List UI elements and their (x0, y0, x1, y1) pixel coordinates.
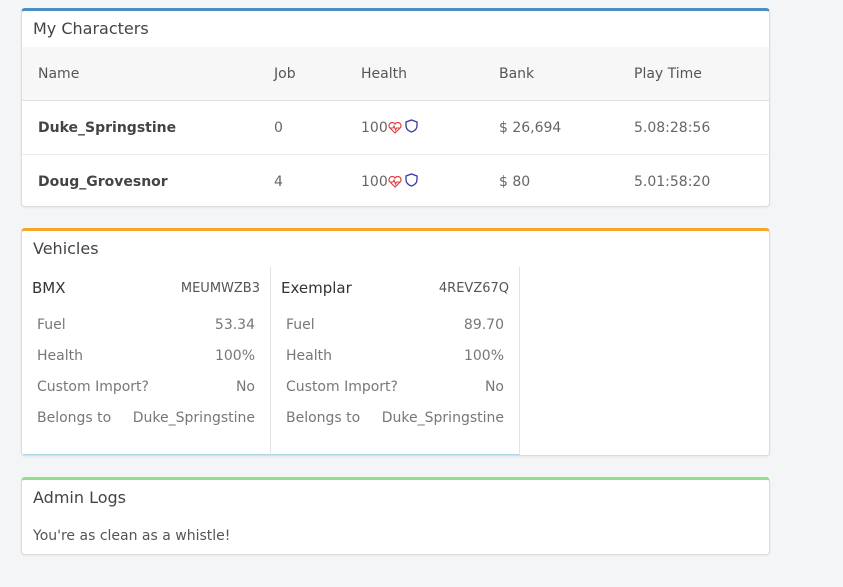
characters-table: Name Job Health Bank Play Time Duke_Spri… (22, 47, 769, 207)
vehicle-health-row: Health 100% (22, 340, 270, 371)
owner-label: Belongs to (286, 409, 361, 426)
vehicle-fuel-row: Fuel 89.70 (271, 309, 519, 340)
health-value: 100 (361, 119, 388, 136)
vehicles-panel: Vehicles BMX MEUMWZB3 Fuel 53.34 Health 10… (21, 228, 770, 456)
vehicle-list: BMX MEUMWZB3 Fuel 53.34 Health 100% Custom… (22, 267, 769, 455)
vehicle-custom-row: Custom Import? No (271, 371, 519, 402)
character-name[interactable]: Doug_Grovesnor (22, 155, 274, 207)
health-value: 100% (463, 347, 504, 364)
character-play-time: 5.01:58:20 (634, 173, 711, 190)
custom-import-value: No (235, 378, 255, 395)
vehicle-plate: 4REVZ67Q (438, 280, 509, 296)
vehicle-owner-row: Belongs to Duke_Springstine (271, 402, 519, 433)
column-header-health: Health (361, 47, 499, 101)
vehicle-card[interactable]: BMX MEUMWZB3 Fuel 53.34 Health 100% Custom… (22, 267, 271, 455)
character-name[interactable]: Duke_Springstine (22, 100, 274, 155)
vehicle-header: BMX MEUMWZB3 (22, 267, 270, 309)
column-header-bank: Bank (499, 47, 634, 101)
column-header-name: Name (22, 47, 274, 101)
admin-logs-message: You're as clean as a whistle! (33, 528, 231, 544)
heartbeat-icon (388, 121, 402, 136)
column-header-job: Job (274, 47, 361, 101)
owner-value: Duke_Springstine (381, 409, 504, 426)
shield-icon (405, 118, 418, 137)
health-label: Health (37, 347, 83, 364)
table-row[interactable]: Duke_Springstine 0 100 $ 26,694 5.08:28:… (22, 100, 769, 155)
fuel-label: Fuel (286, 316, 315, 333)
custom-import-value: No (484, 378, 504, 395)
admin-logs-title: Admin Logs (33, 488, 126, 507)
owner-label: Belongs to (37, 409, 112, 426)
vehicle-header: Exemplar 4REVZ67Q (271, 267, 519, 309)
character-health: 100 (361, 155, 499, 207)
vehicle-bar (22, 454, 270, 455)
character-job: 4 (274, 173, 283, 190)
vehicle-fuel-row: Fuel 53.34 (22, 309, 270, 340)
vehicle-custom-row: Custom Import? No (22, 371, 270, 402)
fuel-label: Fuel (37, 316, 66, 333)
vehicle-card[interactable]: Exemplar 4REVZ67Q Fuel 89.70 Health 100% C… (271, 267, 520, 455)
character-job: 0 (274, 100, 361, 155)
my-characters-panel: My Characters Name Job Health Bank Play … (21, 8, 770, 207)
shield-icon (405, 172, 418, 191)
character-bank: $ 26,694 (499, 100, 634, 155)
character-health: 100 (361, 100, 499, 155)
vehicle-model: Exemplar (281, 279, 352, 297)
custom-import-label: Custom Import? (37, 378, 149, 395)
heartbeat-icon (388, 175, 402, 190)
vehicle-model: BMX (32, 279, 66, 297)
column-header-play-time: Play Time (634, 47, 769, 101)
vehicle-bar (271, 454, 519, 455)
vehicle-health-row: Health 100% (271, 340, 519, 371)
character-bank: $ 80 (499, 173, 531, 190)
table-row[interactable]: Doug_Grovesnor 4 100 $ 80 5.01:58:20 (22, 155, 769, 207)
characters-header-row: Name Job Health Bank Play Time (22, 47, 769, 101)
health-value: 100 (361, 173, 388, 190)
health-value: 100% (214, 347, 255, 364)
fuel-value: 53.34 (214, 316, 255, 333)
fuel-value: 89.70 (463, 316, 504, 333)
vehicle-plate: MEUMWZB3 (180, 280, 260, 296)
admin-logs-panel: Admin Logs You're as clean as a whistle! (21, 477, 770, 555)
character-play-time: 5.08:28:56 (634, 100, 769, 155)
custom-import-label: Custom Import? (286, 378, 398, 395)
vehicles-title: Vehicles (33, 239, 99, 258)
health-label: Health (286, 347, 332, 364)
characters-title: My Characters (33, 19, 149, 38)
vehicle-owner-row: Belongs to Duke_Springstine (22, 402, 270, 433)
owner-value: Duke_Springstine (132, 409, 255, 426)
